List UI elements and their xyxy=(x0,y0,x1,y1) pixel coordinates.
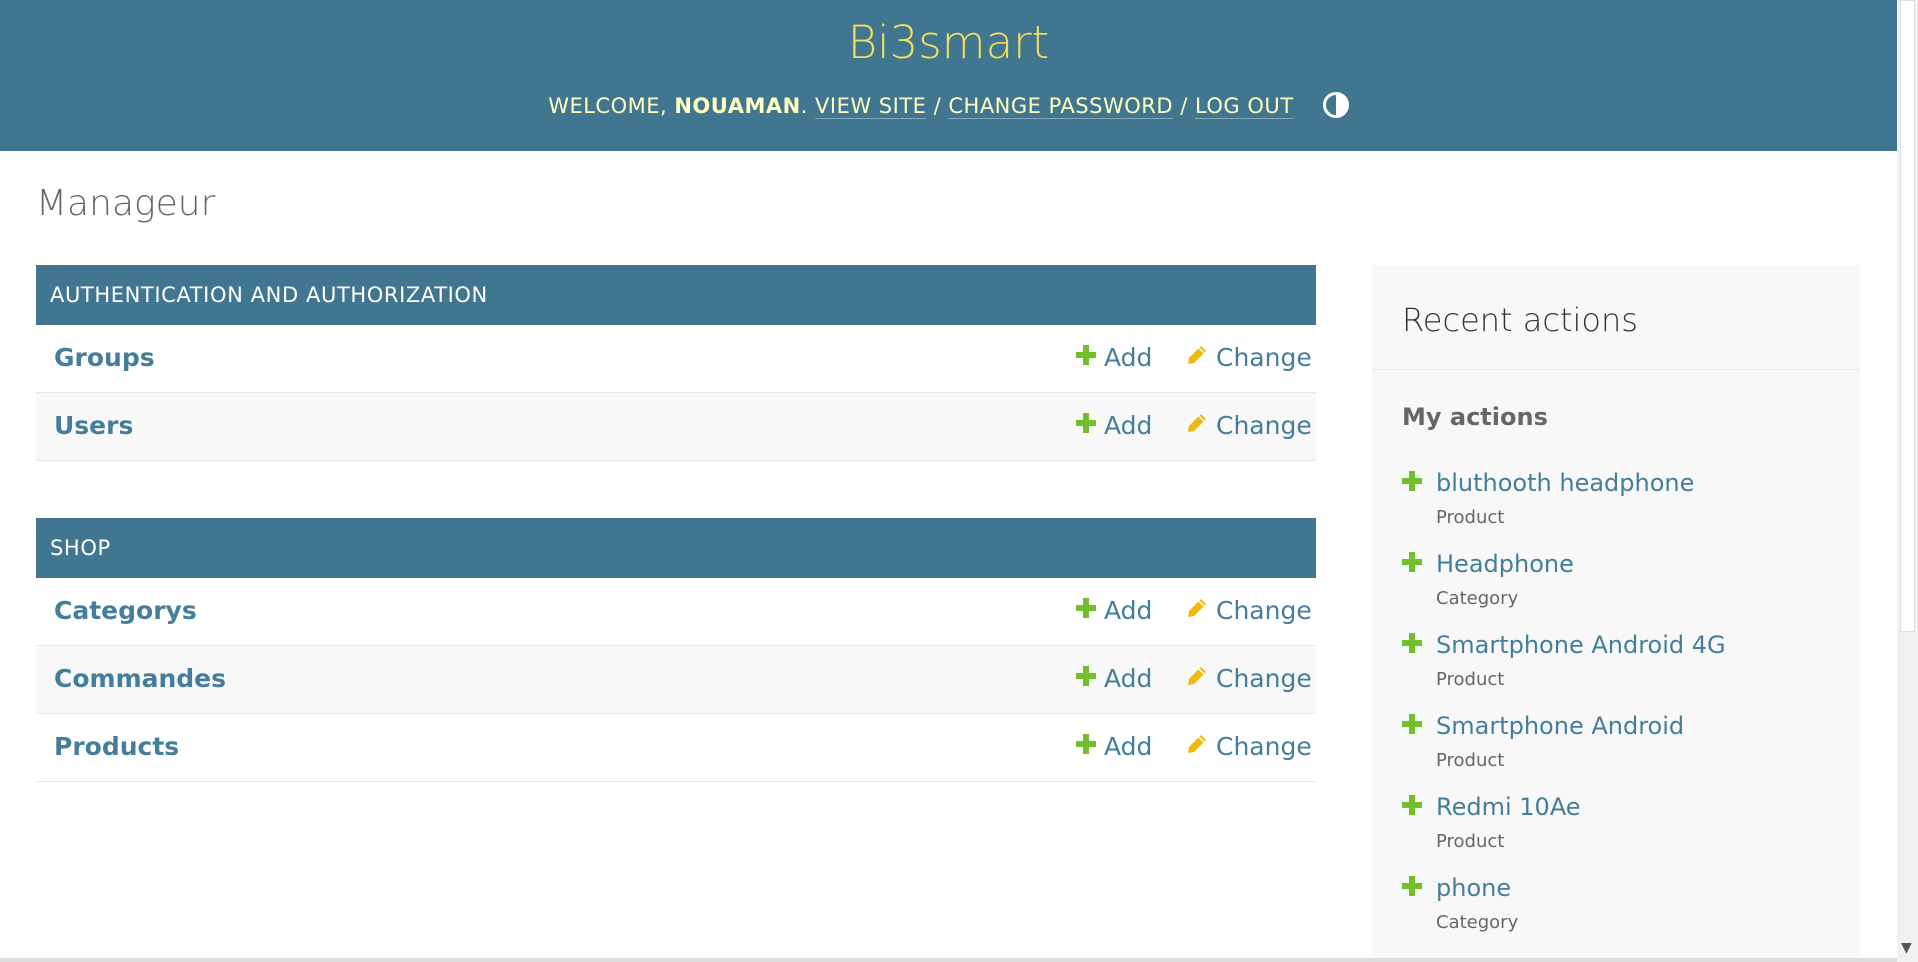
divider xyxy=(1372,369,1860,370)
action-link[interactable]: Redmi 10Ae xyxy=(1436,793,1581,821)
change-commandes-button[interactable]: Change xyxy=(1186,664,1312,693)
model-link-users[interactable]: Users xyxy=(54,411,133,440)
action-type: Product xyxy=(1436,669,1505,690)
plus-icon xyxy=(1076,666,1096,686)
pencil-icon xyxy=(1188,735,1206,753)
user-tools: WELCOME, NOUAMAN. VIEW SITE / CHANGE PAS… xyxy=(0,92,1897,119)
model-link-products[interactable]: Products xyxy=(54,732,179,761)
add-products-button[interactable]: Add xyxy=(1076,732,1152,761)
add-commandes-button[interactable]: Add xyxy=(1076,664,1152,693)
plus-icon xyxy=(1076,413,1096,433)
pencil-icon xyxy=(1188,346,1206,364)
model-row-products: Products Add Change xyxy=(36,714,1316,782)
module-caption[interactable]: SHOP xyxy=(36,518,1316,578)
change-users-button[interactable]: Change xyxy=(1186,411,1312,440)
plus-icon xyxy=(1076,345,1096,365)
username: NOUAMAN xyxy=(674,94,801,118)
separator: / xyxy=(926,94,949,118)
module-shop: SHOP Categorys Add Change Commandes Add … xyxy=(36,518,1316,782)
recent-actions-panel: Recent actions My actions bluthooth head… xyxy=(1372,265,1860,962)
add-label: Add xyxy=(1104,664,1153,693)
plus-icon xyxy=(1402,471,1422,491)
page-title: Manageur xyxy=(36,183,216,224)
pencil-icon xyxy=(1188,414,1206,432)
add-label: Add xyxy=(1104,732,1153,761)
change-label: Change xyxy=(1216,732,1312,761)
change-password-link[interactable]: CHANGE PASSWORD xyxy=(948,94,1174,119)
scrollbar-thumb[interactable] xyxy=(1900,0,1915,632)
add-label: Add xyxy=(1104,596,1153,625)
plus-icon xyxy=(1402,633,1422,653)
horizontal-scrollbar[interactable] xyxy=(0,958,1897,962)
welcome-text: WELCOME, xyxy=(548,94,675,118)
scroll-down-arrow-icon[interactable]: ▼ xyxy=(1901,940,1912,956)
vertical-scrollbar[interactable]: ▼ xyxy=(1897,0,1918,962)
change-groups-button[interactable]: Change xyxy=(1186,343,1312,372)
action-link[interactable]: phone xyxy=(1436,874,1511,902)
plus-icon xyxy=(1076,598,1096,618)
action-link[interactable]: bluthooth headphone xyxy=(1436,469,1694,497)
change-categorys-button[interactable]: Change xyxy=(1186,596,1312,625)
add-label: Add xyxy=(1104,343,1153,372)
plus-icon xyxy=(1402,714,1422,734)
model-link-categorys[interactable]: Categorys xyxy=(54,596,197,625)
view-site-link[interactable]: VIEW SITE xyxy=(815,94,927,119)
change-label: Change xyxy=(1216,343,1312,372)
site-brand[interactable]: Bi3smart xyxy=(0,16,1897,69)
model-row-users: Users Add Change xyxy=(36,393,1316,461)
plus-icon xyxy=(1402,876,1422,896)
model-row-categorys: Categorys Add Change xyxy=(36,578,1316,646)
module-auth: AUTHENTICATION AND AUTHORIZATION Groups … xyxy=(36,265,1316,461)
add-users-button[interactable]: Add xyxy=(1076,411,1152,440)
action-type: Category xyxy=(1436,912,1519,933)
log-out-link[interactable]: LOG OUT xyxy=(1194,94,1294,119)
welcome-punct: . xyxy=(800,94,816,118)
action-type: Category xyxy=(1436,588,1519,609)
pencil-icon xyxy=(1188,599,1206,617)
plus-icon xyxy=(1402,552,1422,572)
header: Bi3smart WELCOME, NOUAMAN. VIEW SITE / C… xyxy=(0,0,1897,151)
recent-actions-title: Recent actions xyxy=(1402,301,1638,339)
plus-icon xyxy=(1076,734,1096,754)
plus-icon xyxy=(1402,795,1422,815)
action-link[interactable]: Headphone xyxy=(1436,550,1574,578)
pencil-icon xyxy=(1188,667,1206,685)
change-label: Change xyxy=(1216,596,1312,625)
module-caption[interactable]: AUTHENTICATION AND AUTHORIZATION xyxy=(36,265,1316,325)
add-categorys-button[interactable]: Add xyxy=(1076,596,1152,625)
model-link-groups[interactable]: Groups xyxy=(54,343,155,372)
model-row-groups: Groups Add Change xyxy=(36,325,1316,393)
change-products-button[interactable]: Change xyxy=(1186,732,1312,761)
add-groups-button[interactable]: Add xyxy=(1076,343,1152,372)
action-type: Product xyxy=(1436,750,1505,771)
model-row-commandes: Commandes Add Change xyxy=(36,646,1316,714)
model-link-commandes[interactable]: Commandes xyxy=(54,664,226,693)
action-type: Product xyxy=(1436,507,1505,528)
action-link[interactable]: Smartphone Android xyxy=(1436,712,1684,740)
action-link[interactable]: Smartphone Android 4G xyxy=(1436,631,1726,659)
theme-toggle-icon[interactable] xyxy=(1322,92,1349,118)
separator: / xyxy=(1173,94,1195,118)
add-label: Add xyxy=(1104,411,1153,440)
my-actions-heading: My actions xyxy=(1402,403,1548,431)
change-label: Change xyxy=(1216,664,1312,693)
action-type: Product xyxy=(1436,831,1505,852)
change-label: Change xyxy=(1216,411,1312,440)
